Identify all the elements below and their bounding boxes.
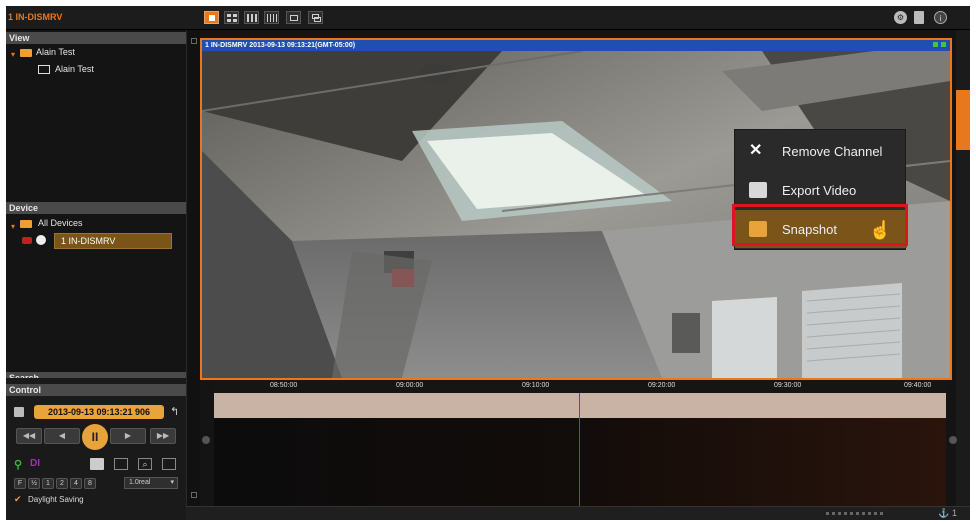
speed-option[interactable]: 4 [70, 478, 82, 489]
speed-select[interactable]: 1.0real ▾ [124, 477, 178, 489]
fullscreen-icon[interactable] [162, 458, 176, 470]
side-tab[interactable] [956, 90, 970, 150]
layout-2x2-button[interactable] [224, 11, 239, 24]
network-icon: ⚓ [938, 508, 950, 518]
pause-button[interactable]: II [82, 424, 108, 450]
device-panel-header: Device [6, 202, 186, 214]
panel-splitter[interactable] [186, 30, 200, 506]
motion-icon[interactable]: DI [30, 458, 40, 469]
layout-custom-button[interactable] [286, 11, 301, 24]
layout-4x4-button[interactable] [264, 11, 279, 24]
remove-channel-item[interactable]: ✕ Remove Channel [735, 132, 907, 170]
device-item-selected[interactable]: 1 IN-DISMRV [54, 233, 172, 249]
export-tool-icon[interactable] [114, 458, 128, 470]
timeline-ruler[interactable]: 08:50:00 09:00:00 09:10:00 09:20:00 09:3… [214, 380, 946, 393]
refresh-icon[interactable]: ↰ [170, 405, 179, 418]
top-toolbar: 1 IN-DISMRV ⚙ i [6, 6, 970, 30]
snapshot-tool-icon[interactable] [90, 458, 104, 470]
speed-option[interactable]: F [14, 478, 26, 489]
expand-caret-icon[interactable]: ▾ [11, 222, 15, 231]
layout-1x1-button[interactable] [204, 11, 219, 24]
recording-icon [22, 237, 32, 244]
signal-indicator-icon [933, 42, 938, 47]
timeline-tracks[interactable] [214, 418, 946, 506]
export-video-icon [749, 182, 767, 198]
camera-icon [36, 235, 46, 245]
timeline-tick: 09:30:00 [774, 382, 802, 389]
speed-option[interactable]: 1 [42, 478, 54, 489]
chevron-down-icon: ▾ [170, 479, 174, 486]
speed-option[interactable]: ½ [28, 478, 40, 489]
daylight-saving-label: Daylight Saving [28, 495, 84, 504]
playback-control-panel: Control 2013-09-13 09:13:21 906 ↰ ◀◀ ◀ I… [6, 378, 186, 520]
expand-caret-icon[interactable]: ▾ [11, 50, 15, 59]
fast-forward-button[interactable]: ▶▶ [150, 428, 176, 444]
step-forward-button[interactable]: ▶ [110, 428, 146, 444]
highlight-outline [732, 204, 908, 246]
video-title-bar: 1 IN-DISMRV 2013-09-13 09:13:21(GMT-05:0… [202, 40, 950, 51]
view-icon [38, 65, 50, 74]
zoom-slider[interactable] [826, 512, 886, 515]
playback-datetime[interactable]: 2013-09-13 09:13:21 906 [34, 405, 164, 419]
calendar-icon[interactable] [14, 407, 24, 417]
daylight-saving-checkbox[interactable]: ✔ [14, 494, 22, 505]
timeline-tick: 09:40:00 [904, 382, 932, 389]
remove-channel-label: Remove Channel [782, 144, 883, 159]
zoom-icon[interactable]: ⌕ [138, 458, 152, 470]
recording-track[interactable] [214, 393, 946, 418]
info-icon[interactable]: i [934, 11, 947, 24]
folder-icon [20, 49, 32, 57]
playback-cursor[interactable] [579, 393, 580, 506]
timeline-tick: 09:00:00 [396, 382, 424, 389]
rewind-button[interactable]: ◀◀ [16, 428, 42, 444]
right-sidebar [956, 30, 970, 506]
video-overlay-text: 1 IN-DISMRV 2013-09-13 09:13:21(GMT-05:0… [205, 42, 356, 49]
timeline-right-arrow[interactable] [949, 436, 957, 444]
timeline-tick: 09:10:00 [522, 382, 550, 389]
view-item[interactable]: Alain Test [55, 64, 94, 74]
nvr-client-window: 1 IN-DISMRV ⚙ i View ▾ Alain Test Alain … [6, 6, 970, 520]
device-item-label: 1 IN-DISMRV [61, 236, 116, 246]
layout-popout-button[interactable] [308, 11, 323, 24]
speed-option[interactable]: 2 [56, 478, 68, 489]
speed-option[interactable]: 8 [84, 478, 96, 489]
app-title: 1 IN-DISMRV [8, 12, 63, 22]
timeline-left-arrow[interactable] [202, 436, 210, 444]
view-panel-header: View [6, 32, 186, 44]
folder-icon [20, 220, 32, 228]
view-group-item[interactable]: Alain Test [36, 47, 75, 57]
export-video-label: Export Video [782, 183, 857, 198]
status-count: 1 [952, 508, 958, 518]
timeline-tick: 09:20:00 [648, 382, 676, 389]
control-panel-header: Control [6, 384, 186, 396]
speed-select-value: 1.0real [129, 479, 151, 486]
live-indicator-icon [941, 42, 946, 47]
person-icon[interactable]: ⚲ [14, 458, 22, 471]
close-icon: ✕ [749, 142, 763, 159]
settings-icon[interactable]: ⚙ [894, 11, 907, 24]
device-group-item[interactable]: All Devices [38, 218, 83, 228]
document-icon[interactable] [914, 11, 924, 24]
layout-3x3-button[interactable] [244, 11, 259, 24]
step-back-button[interactable]: ◀ [44, 428, 80, 444]
status-bar: ⚓ 1 [186, 506, 970, 520]
timeline-tick: 08:50:00 [270, 382, 298, 389]
